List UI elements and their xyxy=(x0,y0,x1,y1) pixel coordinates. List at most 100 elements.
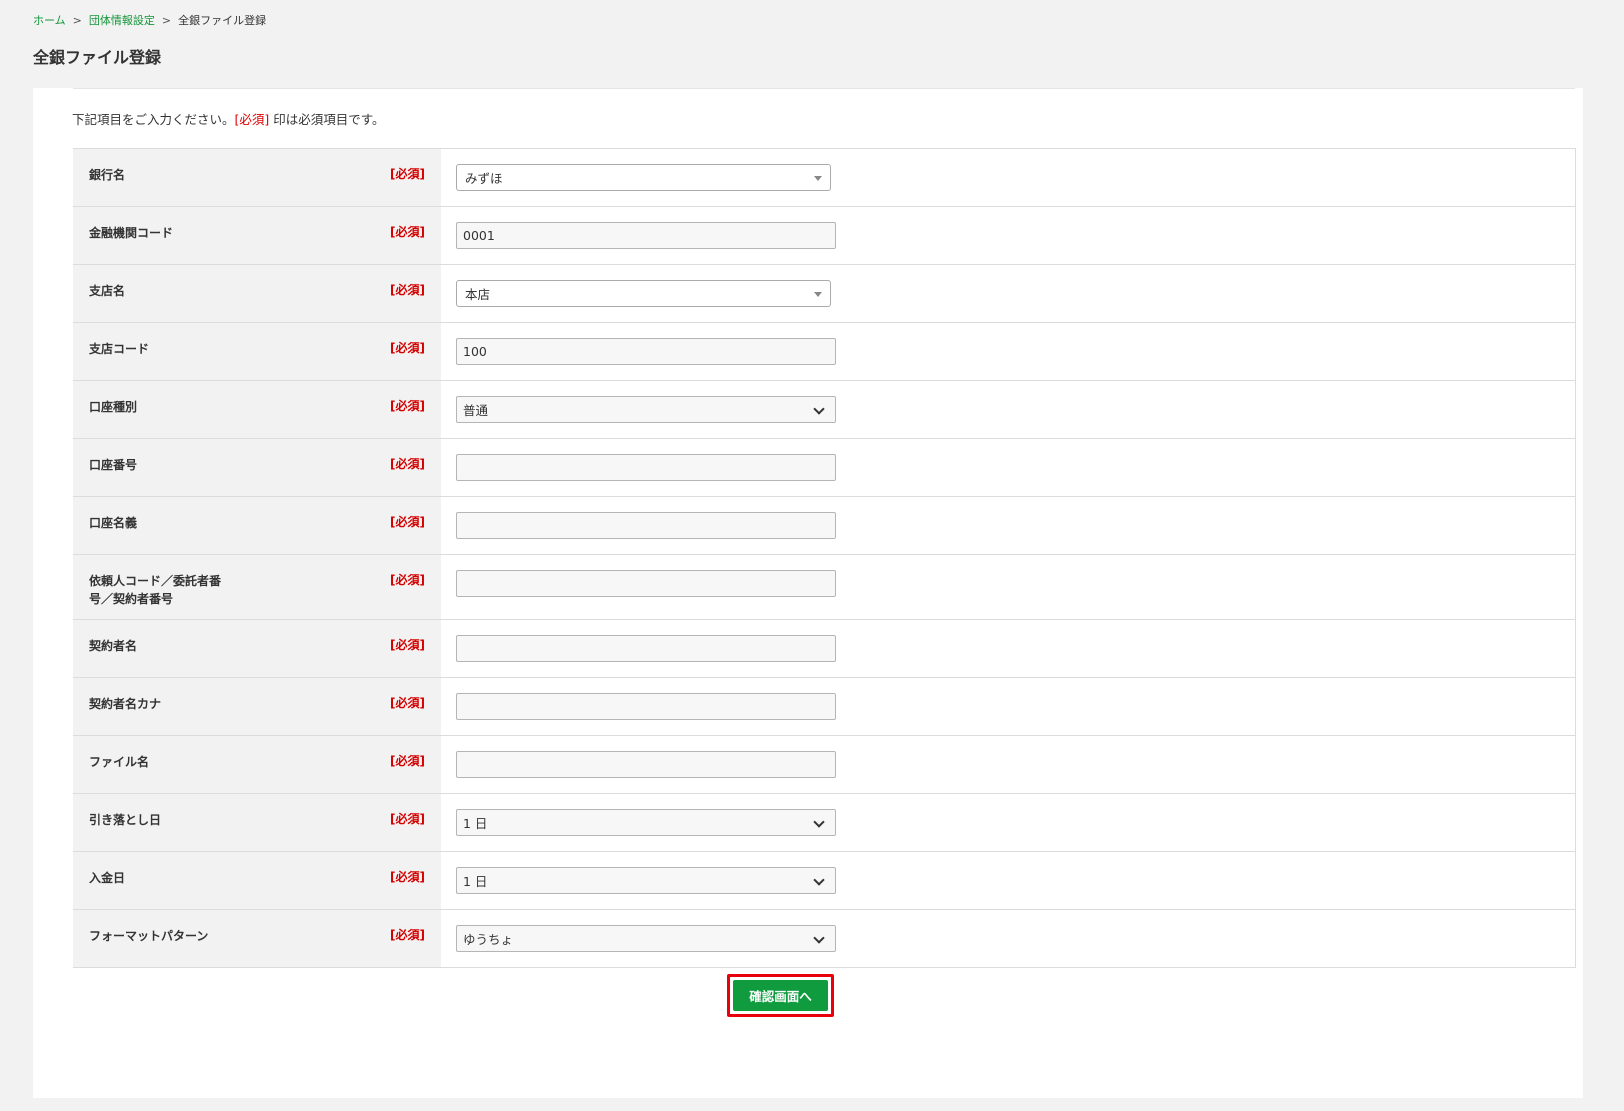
field-input-cell: みずほ xyxy=(441,149,1575,206)
file-name-label: ファイル名 xyxy=(89,755,150,769)
field-input-cell xyxy=(441,620,1575,677)
field-input-cell: 本店 xyxy=(441,265,1575,322)
form-row-account-type: 口座種別 [必須] 普通 xyxy=(73,381,1576,439)
field-input-cell xyxy=(441,678,1575,735)
field-input-cell: ゆうちょ xyxy=(441,910,1575,967)
required-badge: [必須] xyxy=(390,928,425,942)
branch-name-label: 支店名 xyxy=(89,284,126,298)
required-badge: [必須] xyxy=(390,225,425,239)
required-badge: [必須] xyxy=(390,341,425,355)
branch-name-value: 本店 xyxy=(465,287,491,302)
field-label-cell: 依頼人コード／委託者番号／契約者番号 [必須] xyxy=(73,555,441,619)
breadcrumb: ホーム > 団体情報設定 > 全銀ファイル登録 xyxy=(33,12,266,28)
field-input-cell xyxy=(441,736,1575,793)
field-label-cell: 金融機関コード [必須] xyxy=(73,207,441,264)
page-title: 全銀ファイル登録 xyxy=(33,48,162,67)
required-badge: [必須] xyxy=(390,638,425,652)
instructions-text: 下記項目をご入力ください。 xyxy=(72,112,235,127)
field-label-cell: 口座番号 [必須] xyxy=(73,439,441,496)
required-badge: [必須] xyxy=(390,870,425,884)
required-badge: [必須] xyxy=(390,167,425,181)
field-input-cell: 0001 xyxy=(441,207,1575,264)
form-row-contractor-kana: 契約者名カナ [必須] xyxy=(73,678,1576,736)
account-number-input[interactable] xyxy=(456,454,836,481)
chevron-down-icon xyxy=(813,932,825,944)
required-badge: [必須] xyxy=(390,754,425,768)
field-label-cell: 口座名義 [必須] xyxy=(73,497,441,554)
required-badge: [必須] xyxy=(390,573,425,587)
bank-name-select[interactable]: みずほ xyxy=(456,164,831,191)
chevron-down-icon xyxy=(813,816,825,828)
institution-code-label: 金融機関コード xyxy=(89,226,174,240)
account-type-select[interactable]: 普通 xyxy=(456,396,836,423)
debit-day-label: 引き落とし日 xyxy=(89,813,162,827)
form-row-requester-code: 依頼人コード／委託者番号／契約者番号 [必須] xyxy=(73,555,1576,620)
deposit-day-label: 入金日 xyxy=(89,871,126,885)
file-name-input[interactable] xyxy=(456,751,836,778)
dropdown-triangle-icon xyxy=(814,292,822,297)
field-input-cell: 1 日 xyxy=(441,852,1575,909)
submit-highlight-box: 確認画面へ xyxy=(727,974,834,1017)
field-label-cell: 契約者名 [必須] xyxy=(73,620,441,677)
form-table: 銀行名 [必須] みずほ 金融機関コード [必須] 0001 支店名 [必須] … xyxy=(73,148,1576,968)
account-type-label: 口座種別 xyxy=(89,400,138,414)
breadcrumb-settings-link[interactable]: 団体情報設定 xyxy=(89,14,155,27)
branch-code-input[interactable]: 100 xyxy=(456,338,836,365)
form-panel: 下記項目をご入力ください。[必須] 印は必須項目です。 銀行名 [必須] みずほ… xyxy=(33,88,1583,1098)
confirm-button[interactable]: 確認画面へ xyxy=(733,980,828,1011)
requester-code-label: 依頼人コード／委託者番号／契約者番号 xyxy=(89,574,222,606)
contractor-kana-label: 契約者名カナ xyxy=(89,697,162,711)
field-label-cell: 引き落とし日 [必須] xyxy=(73,794,441,851)
branch-name-select[interactable]: 本店 xyxy=(456,280,831,307)
form-instructions: 下記項目をご入力ください。[必須] 印は必須項目です。 xyxy=(72,109,385,128)
form-row-institution-code: 金融機関コード [必須] 0001 xyxy=(73,207,1576,265)
form-row-contractor-name: 契約者名 [必須] xyxy=(73,620,1576,678)
field-input-cell: 1 日 xyxy=(441,794,1575,851)
dropdown-triangle-icon xyxy=(814,176,822,181)
chevron-down-icon xyxy=(813,403,825,415)
form-row-account-number: 口座番号 [必須] xyxy=(73,439,1576,497)
deposit-day-value: 1 日 xyxy=(463,874,488,889)
field-input-cell: 普通 xyxy=(441,381,1575,438)
format-pattern-value: ゆうちょ xyxy=(463,932,514,947)
format-pattern-label: フォーマットパターン xyxy=(89,929,209,943)
field-label-cell: 口座種別 [必須] xyxy=(73,381,441,438)
field-label-cell: 銀行名 [必須] xyxy=(73,149,441,206)
form-row-file-name: ファイル名 [必須] xyxy=(73,736,1576,794)
account-number-label: 口座番号 xyxy=(89,458,138,472)
form-row-format-pattern: フォーマットパターン [必須] ゆうちょ xyxy=(73,910,1576,968)
field-label-cell: 入金日 [必須] xyxy=(73,852,441,909)
breadcrumb-current: 全銀ファイル登録 xyxy=(178,14,267,27)
institution-code-input[interactable]: 0001 xyxy=(456,222,836,249)
account-holder-label: 口座名義 xyxy=(89,516,138,530)
required-badge: [必須] xyxy=(390,399,425,413)
contractor-name-label: 契約者名 xyxy=(89,639,138,653)
contractor-kana-input[interactable] xyxy=(456,693,836,720)
form-row-bank-name: 銀行名 [必須] みずほ xyxy=(73,149,1576,207)
bank-name-label: 銀行名 xyxy=(89,168,126,182)
breadcrumb-home-link[interactable]: ホーム xyxy=(33,14,66,27)
deposit-day-select[interactable]: 1 日 xyxy=(456,867,836,894)
field-input-cell xyxy=(441,439,1575,496)
field-label-cell: 支店コード [必須] xyxy=(73,323,441,380)
contractor-name-input[interactable] xyxy=(456,635,836,662)
field-input-cell xyxy=(441,555,1575,619)
field-input-cell xyxy=(441,497,1575,554)
requester-code-input[interactable] xyxy=(456,570,836,597)
required-badge: [必須] xyxy=(390,283,425,297)
format-pattern-select[interactable]: ゆうちょ xyxy=(456,925,836,952)
account-holder-input[interactable] xyxy=(456,512,836,539)
instructions-suffix: 印は必須項目です。 xyxy=(269,112,385,127)
required-badge: [必須] xyxy=(390,457,425,471)
required-badge: [必須] xyxy=(390,812,425,826)
form-row-account-holder: 口座名義 [必須] xyxy=(73,497,1576,555)
form-row-branch-name: 支店名 [必須] 本店 xyxy=(73,265,1576,323)
chevron-down-icon xyxy=(813,874,825,886)
required-badge: [必須] xyxy=(390,696,425,710)
field-label-cell: ファイル名 [必須] xyxy=(73,736,441,793)
breadcrumb-separator: > xyxy=(161,14,172,27)
form-row-branch-code: 支店コード [必須] 100 xyxy=(73,323,1576,381)
branch-code-label: 支店コード xyxy=(89,342,150,356)
debit-day-select[interactable]: 1 日 xyxy=(456,809,836,836)
form-row-debit-day: 引き落とし日 [必須] 1 日 xyxy=(73,794,1576,852)
